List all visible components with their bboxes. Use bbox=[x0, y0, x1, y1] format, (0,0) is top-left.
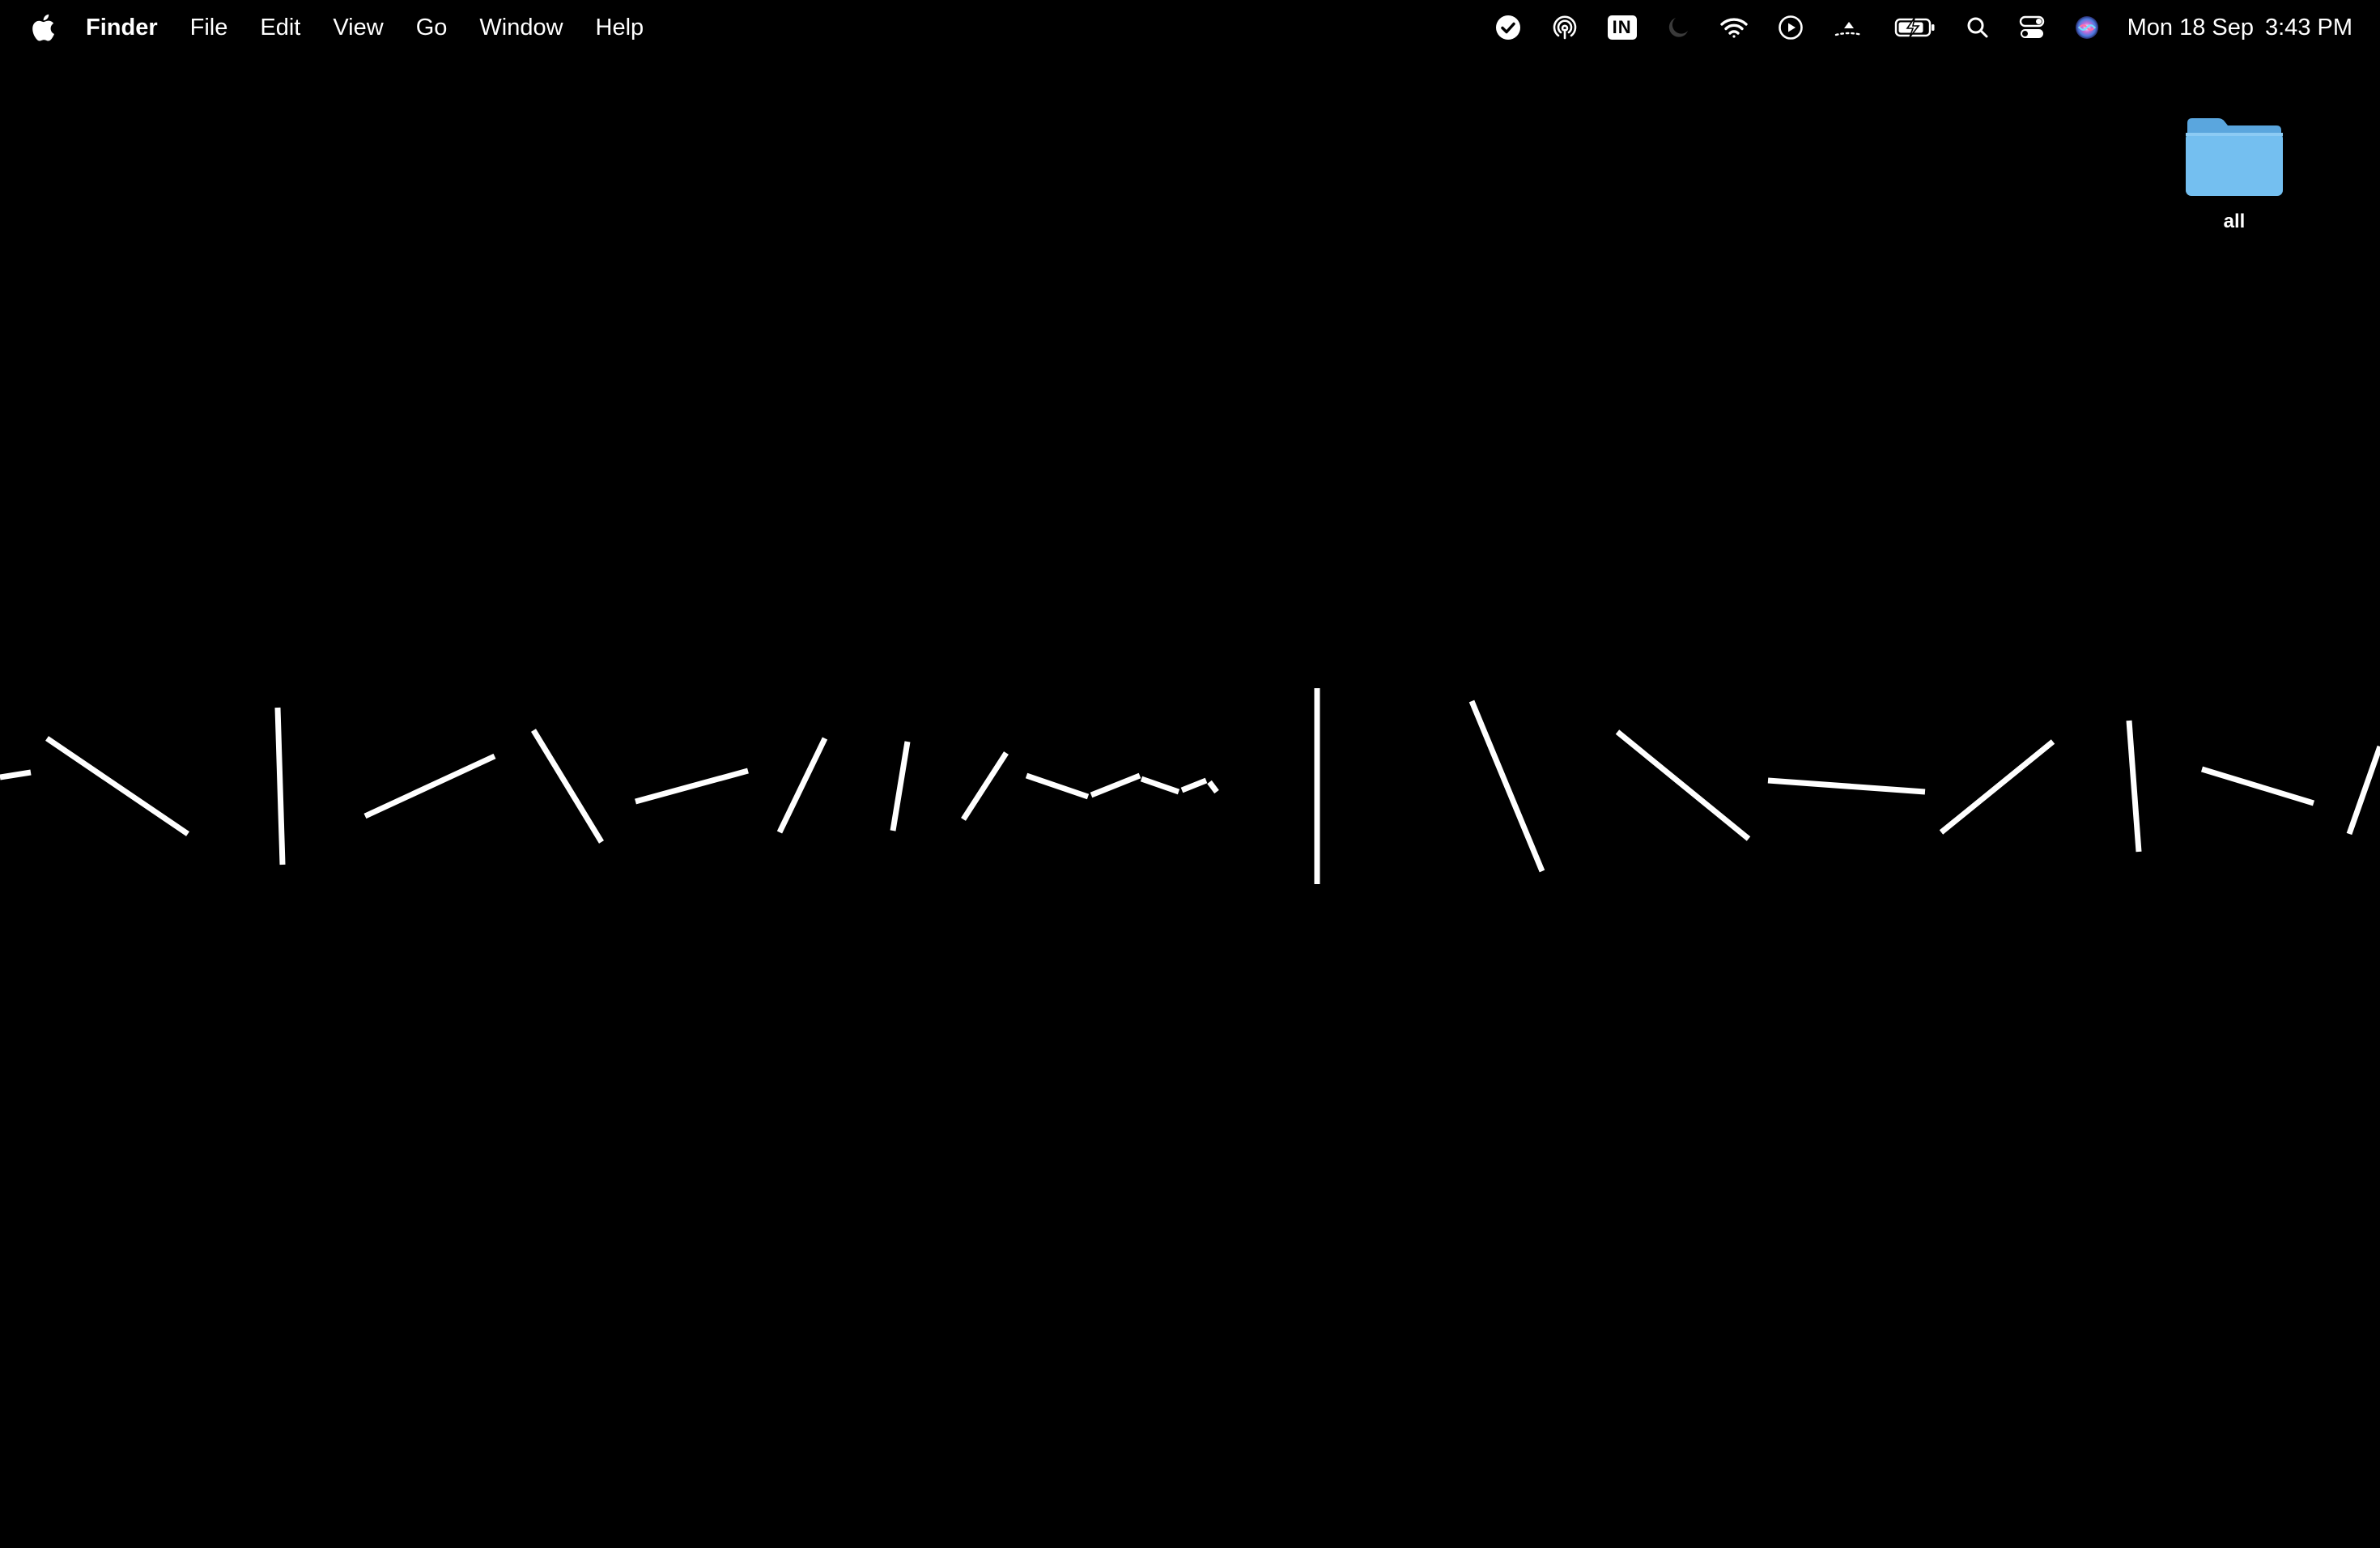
screen-mirroring-icon[interactable] bbox=[1833, 0, 1865, 55]
app-menu-finder[interactable]: Finder bbox=[86, 0, 158, 55]
menu-help[interactable]: Help bbox=[596, 0, 644, 55]
folder-icon bbox=[2186, 118, 2283, 196]
checkmark-circle-icon[interactable] bbox=[1494, 0, 1522, 55]
wallpaper-line bbox=[1140, 776, 1180, 795]
wallpaper-line bbox=[961, 751, 1009, 821]
clock-date: Mon 18 Sep bbox=[2127, 14, 2254, 40]
wallpaper-line bbox=[1025, 772, 1090, 800]
wallpaper-line bbox=[890, 741, 911, 831]
airdrop-icon[interactable] bbox=[1551, 0, 1579, 55]
now-playing-icon[interactable] bbox=[1778, 0, 1804, 55]
wallpaper-line bbox=[1615, 729, 1751, 841]
menu-edit[interactable]: Edit bbox=[260, 0, 300, 55]
wallpaper-line bbox=[635, 768, 749, 805]
control-center-icon[interactable] bbox=[2019, 0, 2045, 55]
focus-moon-icon[interactable] bbox=[1666, 0, 1690, 55]
wallpaper-line bbox=[2126, 720, 2142, 853]
menu-file[interactable]: File bbox=[190, 0, 228, 55]
spotlight-search-icon[interactable] bbox=[1966, 0, 1990, 55]
desktop-wallpaper bbox=[0, 688, 2380, 884]
menu-bar-clock[interactable]: Mon 18 Sep 3:43 PM bbox=[2127, 15, 2352, 41]
input-source-icon[interactable]: IN bbox=[1607, 0, 1637, 55]
menu-bar-right: IN Mon 18 Sep 3:43 PM bbox=[1465, 0, 2380, 55]
menu-go[interactable]: Go bbox=[416, 0, 448, 55]
desktop-folder-all[interactable]: all bbox=[2178, 113, 2291, 233]
wallpaper-line bbox=[1767, 777, 1926, 795]
siri-icon[interactable] bbox=[2074, 0, 2100, 55]
input-source-label: IN bbox=[1607, 15, 1637, 40]
menu-bar-left: Finder File Edit View Go Window Help bbox=[0, 0, 676, 55]
wallpaper-line bbox=[274, 707, 286, 865]
wallpaper-line bbox=[2346, 745, 2380, 836]
menu-view[interactable]: View bbox=[333, 0, 383, 55]
wallpaper-line bbox=[1180, 777, 1208, 793]
apple-logo-icon[interactable] bbox=[29, 11, 57, 44]
wallpaper-line bbox=[0, 769, 32, 780]
wallpaper-line bbox=[1468, 700, 1545, 873]
wallpaper-line bbox=[1207, 780, 1219, 794]
wallpaper-line bbox=[45, 736, 189, 836]
wallpaper-line bbox=[2200, 766, 2315, 806]
wallpaper-line bbox=[776, 737, 828, 834]
menu-bar: Finder File Edit View Go Window Help IN bbox=[0, 0, 2380, 55]
wallpaper-line bbox=[1939, 739, 2055, 835]
wallpaper-line bbox=[1090, 772, 1141, 798]
menu-window[interactable]: Window bbox=[479, 0, 563, 55]
clock-time: 3:43 PM bbox=[2265, 14, 2352, 40]
folder-label: all bbox=[2223, 211, 2246, 232]
wallpaper-line bbox=[363, 753, 496, 819]
battery-charging-icon[interactable] bbox=[1894, 0, 1936, 55]
wallpaper-line bbox=[531, 729, 604, 844]
wifi-icon[interactable] bbox=[1719, 0, 1749, 55]
